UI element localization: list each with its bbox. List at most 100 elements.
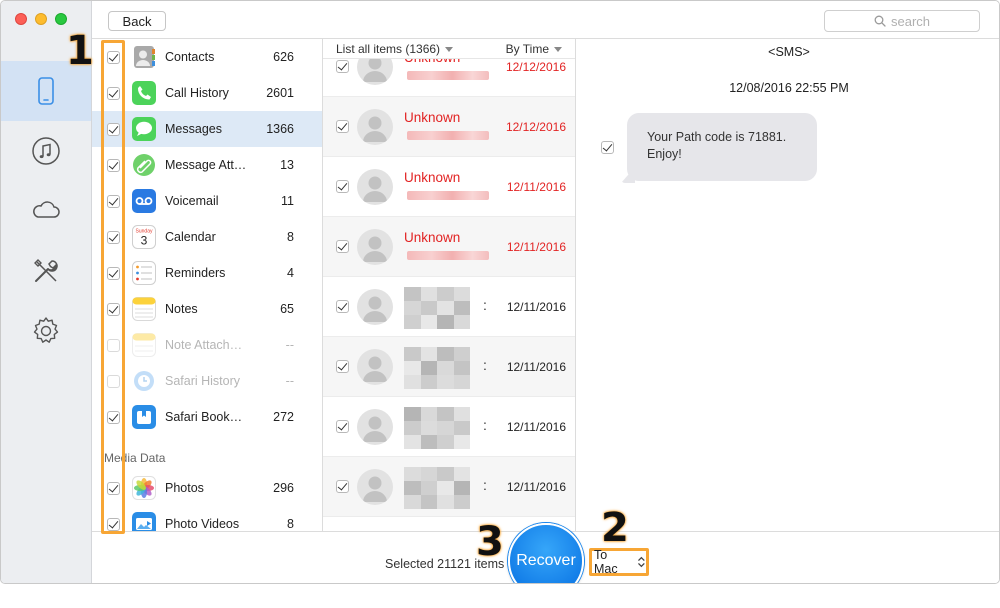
- message-item-checkbox[interactable]: [336, 480, 349, 493]
- sort-label: By Time: [505, 42, 549, 56]
- phone-icon: [132, 81, 156, 105]
- contacts-icon: [132, 45, 156, 69]
- contact-avatar-icon: [357, 169, 393, 205]
- category-count: 65: [280, 302, 294, 316]
- category-item[interactable]: Notes 65: [92, 291, 322, 327]
- calendar-icon: Sunday 3: [132, 225, 156, 249]
- category-item[interactable]: Safari Book… 272: [92, 399, 322, 435]
- message-list: List all items (1366) By Time Unknown 12/…: [323, 39, 576, 531]
- sidebar-item-itunes[interactable]: [1, 121, 91, 181]
- list-filter-dropdown[interactable]: List all items (1366): [336, 42, 454, 56]
- category-item[interactable]: Call History 2601: [92, 75, 322, 111]
- message-sender: Unknown: [404, 170, 461, 185]
- message-item-checkbox[interactable]: [336, 120, 349, 133]
- message-checkbox[interactable]: [601, 141, 614, 154]
- note-attachment-icon: [132, 333, 156, 357]
- zoom-window-button[interactable]: [55, 13, 67, 25]
- contact-avatar-icon: [357, 469, 393, 505]
- message-date: 12/11/2016: [506, 480, 566, 494]
- detail-title: <SMS>: [768, 45, 810, 59]
- category-count: 296: [273, 481, 294, 495]
- sidebar-item-tools[interactable]: [1, 241, 91, 301]
- destination-select[interactable]: To Mac: [589, 548, 649, 576]
- category-count: --: [285, 338, 294, 352]
- category-item[interactable]: Sunday 3 Calendar 8: [92, 219, 322, 255]
- search-input[interactable]: search: [824, 10, 980, 32]
- category-name: Message Att…: [165, 158, 247, 172]
- sort-dropdown[interactable]: By Time: [506, 42, 562, 56]
- checkbox-column-highlight: [101, 40, 125, 534]
- category-item[interactable]: Safari History --: [92, 363, 322, 399]
- contact-avatar-icon: [357, 289, 393, 325]
- category-count: 2601: [266, 86, 294, 100]
- separator: :: [483, 297, 487, 313]
- list-filter-label: List all items (1366): [336, 42, 441, 56]
- category-item[interactable]: Note Attach… --: [92, 327, 322, 363]
- blurred-preview: [407, 71, 489, 80]
- category-item[interactable]: Reminders 4: [92, 255, 322, 291]
- pixelated-sender: [404, 407, 470, 449]
- back-button[interactable]: Back: [108, 11, 166, 31]
- message-bubble: Your Path code is 71881. Enjoy!: [627, 113, 817, 181]
- message-timestamp: 12/08/2016 22:55 PM: [729, 81, 849, 95]
- category-count: 8: [287, 517, 294, 531]
- photos-icon: [132, 476, 156, 500]
- toolbar: Back search: [92, 1, 999, 39]
- sidebar-item-settings[interactable]: [1, 301, 91, 361]
- category-item[interactable]: Photos 296: [92, 470, 322, 506]
- category-item[interactable]: Messages 1366: [92, 111, 322, 147]
- message-date: 12/11/2016: [506, 420, 566, 434]
- category-count: 1366: [266, 122, 294, 136]
- message-list-item[interactable]: Unknown 12/11/2016: [323, 217, 575, 277]
- blurred-preview: [407, 131, 489, 140]
- category-name: Messages: [165, 122, 222, 136]
- category-name: Photo Videos: [165, 517, 240, 531]
- blurred-preview: [407, 191, 489, 200]
- message-item-checkbox[interactable]: [336, 420, 349, 433]
- music-icon: [32, 137, 60, 165]
- message-date: 12/11/2016: [506, 240, 566, 254]
- message-list-item[interactable]: : 12/11/2016: [323, 397, 575, 457]
- message-item-checkbox[interactable]: [336, 360, 349, 373]
- pixelated-sender: [404, 347, 470, 389]
- minimize-window-button[interactable]: [35, 13, 47, 25]
- message-date: 12/12/2016: [505, 120, 566, 134]
- message-list-item[interactable]: Unknown 12/11/2016: [323, 157, 575, 217]
- message-item-checkbox[interactable]: [336, 180, 349, 193]
- contact-avatar-icon: [357, 409, 393, 445]
- message-sender: Unknown: [404, 230, 461, 245]
- message-item-checkbox[interactable]: [336, 240, 349, 253]
- category-name: Voicemail: [165, 194, 219, 208]
- contact-avatar-icon: [357, 349, 393, 385]
- separator: :: [483, 357, 487, 373]
- notes-icon: [132, 297, 156, 321]
- gear-icon: [33, 317, 59, 343]
- category-name: Contacts: [165, 50, 215, 64]
- step-number-3: 3: [476, 519, 504, 565]
- message-item-checkbox[interactable]: [336, 300, 349, 313]
- category-item[interactable]: Contacts 626: [92, 39, 322, 75]
- category-name: Photos: [165, 481, 204, 495]
- category-item[interactable]: Voicemail 11: [92, 183, 322, 219]
- sidebar-item-icloud[interactable]: [1, 181, 91, 241]
- contact-avatar-icon: [357, 229, 393, 265]
- recover-button[interactable]: Recover: [508, 523, 584, 583]
- message-list-item[interactable]: Unknown 12/12/2016: [323, 97, 575, 157]
- message-list-item[interactable]: : 12/11/2016: [323, 337, 575, 397]
- category-count: 4: [287, 266, 294, 280]
- category-count: --: [285, 374, 294, 388]
- category-item[interactable]: Photo Videos 8: [92, 506, 322, 531]
- message-item-checkbox[interactable]: [336, 60, 349, 73]
- message-date: 12/12/2016: [505, 60, 566, 74]
- separator: :: [483, 417, 487, 433]
- message-list-item[interactable]: : 12/11/2016: [323, 277, 575, 337]
- message-date: 12/11/2016: [506, 360, 566, 374]
- contact-avatar-icon: [357, 109, 393, 145]
- window-controls: [15, 13, 67, 25]
- device-icon: [38, 77, 54, 105]
- category-item[interactable]: Message Att… 13: [92, 147, 322, 183]
- category-name: Note Attach…: [165, 338, 243, 352]
- message-list-item[interactable]: : 12/11/2016: [323, 457, 575, 517]
- close-window-button[interactable]: [15, 13, 27, 25]
- cloud-icon: [33, 201, 60, 218]
